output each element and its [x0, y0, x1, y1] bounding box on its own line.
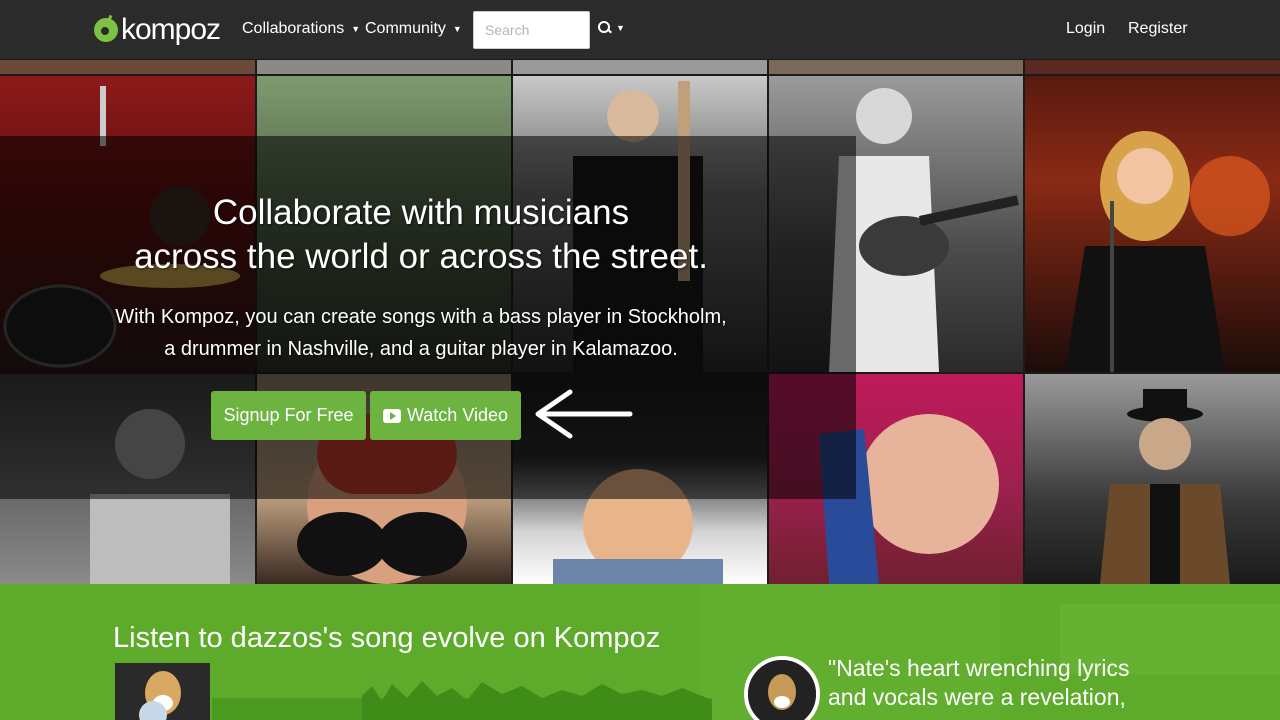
register-link[interactable]: Register — [1128, 20, 1188, 38]
photo-tile — [769, 60, 1023, 74]
hero-subtitle-line1: With Kompoz, you can create songs with a… — [115, 306, 727, 328]
signup-button[interactable]: Signup For Free — [211, 391, 366, 440]
hat-man-illustration — [1100, 389, 1230, 584]
caret-down-icon: ▼ — [616, 22, 625, 33]
quote-line1: "Nate's heart wrenching lyrics — [828, 655, 1130, 681]
waveform-graphic[interactable] — [212, 676, 712, 720]
logo-text: kompoz — [121, 13, 221, 46]
photo-tile — [513, 60, 767, 74]
kompoz-logo[interactable]: kompoz — [94, 13, 221, 47]
featured-song-title: Listen to dazzos's song evolve on Kompoz — [113, 622, 661, 654]
caret-down-icon: ▼ — [351, 24, 361, 34]
community-menu[interactable]: Community ▼ — [365, 20, 462, 38]
photo-tile-singer — [1025, 76, 1280, 372]
login-link[interactable]: Login — [1066, 20, 1105, 38]
watch-video-button[interactable]: Watch Video — [370, 391, 521, 440]
community-label: Community — [365, 20, 446, 37]
navbar: kompoz Collaborations ▼ Community ▼ ▼ Lo… — [0, 0, 1280, 60]
search-input[interactable] — [473, 11, 590, 49]
testimonial-quote: "Nate's heart wrenching lyrics and vocal… — [828, 654, 1158, 712]
search-button[interactable]: ▼ — [598, 21, 625, 34]
play-icon — [382, 408, 401, 423]
hero-subtitle-line2: a drummer in Nashville, and a guitar pla… — [164, 338, 678, 360]
photo-tile — [0, 60, 255, 74]
register-label: Register — [1128, 20, 1188, 37]
singer-illustration — [1065, 131, 1270, 372]
dog-illustration — [115, 663, 210, 720]
featured-song-band: Listen to dazzos's song evolve on Kompoz… — [0, 584, 1280, 720]
hero-title-line1: Collaborate with musicians — [212, 193, 630, 232]
signup-label: Signup For Free — [223, 405, 354, 425]
photo-tile-hat-man — [1025, 374, 1280, 584]
photo-tile — [1025, 60, 1280, 74]
collaborations-menu[interactable]: Collaborations ▼ — [242, 20, 360, 38]
watch-video-label: Watch Video — [406, 405, 509, 425]
photo-tile — [257, 60, 511, 74]
hero-title-line2: across the world or across the street. — [134, 237, 708, 276]
avatar-dog-illustration — [748, 660, 816, 720]
quote-line2: and vocals were a revelation, — [828, 684, 1126, 710]
music-note-icon — [94, 18, 118, 42]
arrow-annotation-icon — [535, 389, 633, 439]
caret-down-icon: ▼ — [452, 24, 462, 34]
login-label: Login — [1066, 20, 1106, 37]
song-thumbnail[interactable] — [115, 663, 210, 720]
search-icon — [598, 21, 611, 34]
collaborations-label: Collaborations — [242, 20, 345, 37]
